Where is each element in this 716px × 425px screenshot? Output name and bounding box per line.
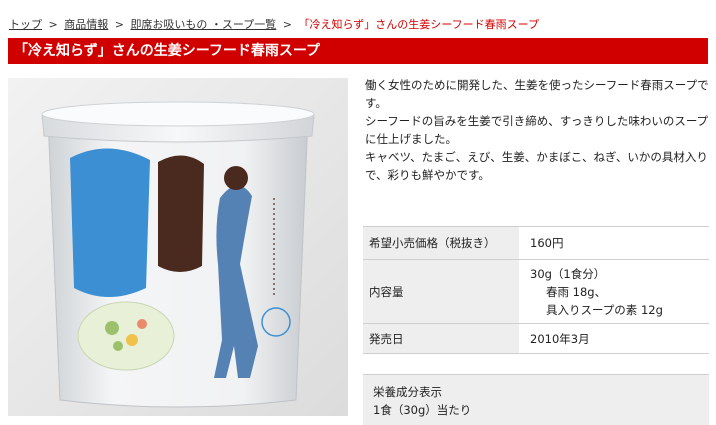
nutrition-title: 栄養成分表示 — [373, 385, 442, 399]
table-row: 内容量 30g（1食分） 春雨 18g、 具入りスープの素 12g — [363, 259, 709, 324]
spec-table: 希望小売価格（税抜き） 160円 内容量 30g（1食分） 春雨 18g、 具入… — [363, 226, 709, 354]
product-image — [8, 78, 348, 416]
breadcrumb-current: 「冷え知らず」さんの生姜シーフード春雨スープ — [298, 18, 539, 31]
breadcrumb-link-products[interactable]: 商品情報 — [64, 18, 108, 31]
product-description: 働く女性のために開発した、生姜を使ったシーフード春雨スープです。 シーフードの旨… — [365, 76, 710, 184]
description-paragraph: キャベツ、たまご、えび、生姜、かまぼこ、ねぎ、いかの具材入りで、彩りも鮮やかです… — [365, 150, 708, 182]
breadcrumb-separator: > — [282, 18, 292, 31]
content-label: 内容量 — [363, 259, 519, 324]
page-title: 「冷え知らず」さんの生姜シーフード春雨スープ — [14, 43, 321, 59]
description-paragraph: 働く女性のために開発した、生姜を使ったシーフード春雨スープです。 — [365, 78, 709, 110]
breadcrumb-separator: > — [48, 18, 58, 31]
table-row: 発売日 2010年3月 — [363, 323, 709, 354]
content-noodles: 春雨 18g、 — [546, 284, 607, 299]
breadcrumb-separator: > — [114, 18, 124, 31]
content-soup-base: 具入りスープの素 12g — [546, 302, 663, 317]
release-label: 発売日 — [363, 323, 519, 354]
breadcrumb-link-soup-list[interactable]: 即席お吸いもの ・スープ一覧 — [130, 18, 276, 31]
price-label: 希望小売価格（税抜き） — [363, 226, 519, 260]
page-title-bar: 「冷え知らず」さんの生姜シーフード春雨スープ — [8, 38, 708, 64]
breadcrumb-link-top[interactable]: トップ — [9, 18, 42, 31]
nutrition-serving: 1食（30g）当たり — [373, 403, 472, 417]
breadcrumb: トップ > 商品情報 > 即席お吸いもの ・スープ一覧 > 「冷え知らず」さんの… — [9, 16, 539, 32]
release-value: 2010年3月 — [519, 323, 709, 354]
table-row: 希望小売価格（税抜き） 160円 — [363, 226, 709, 260]
content-value: 30g（1食分） 春雨 18g、 具入りスープの素 12g — [519, 259, 709, 324]
content-total: 30g（1食分） — [530, 266, 606, 281]
product-cup-illustration — [8, 78, 348, 416]
nutrition-box: 栄養成分表示 1食（30g）当たり — [363, 374, 709, 425]
description-paragraph: シーフードの旨みを生姜で引き締め、すっきりした味わいのスープに仕上げました。 — [365, 114, 709, 146]
price-value: 160円 — [519, 226, 709, 260]
